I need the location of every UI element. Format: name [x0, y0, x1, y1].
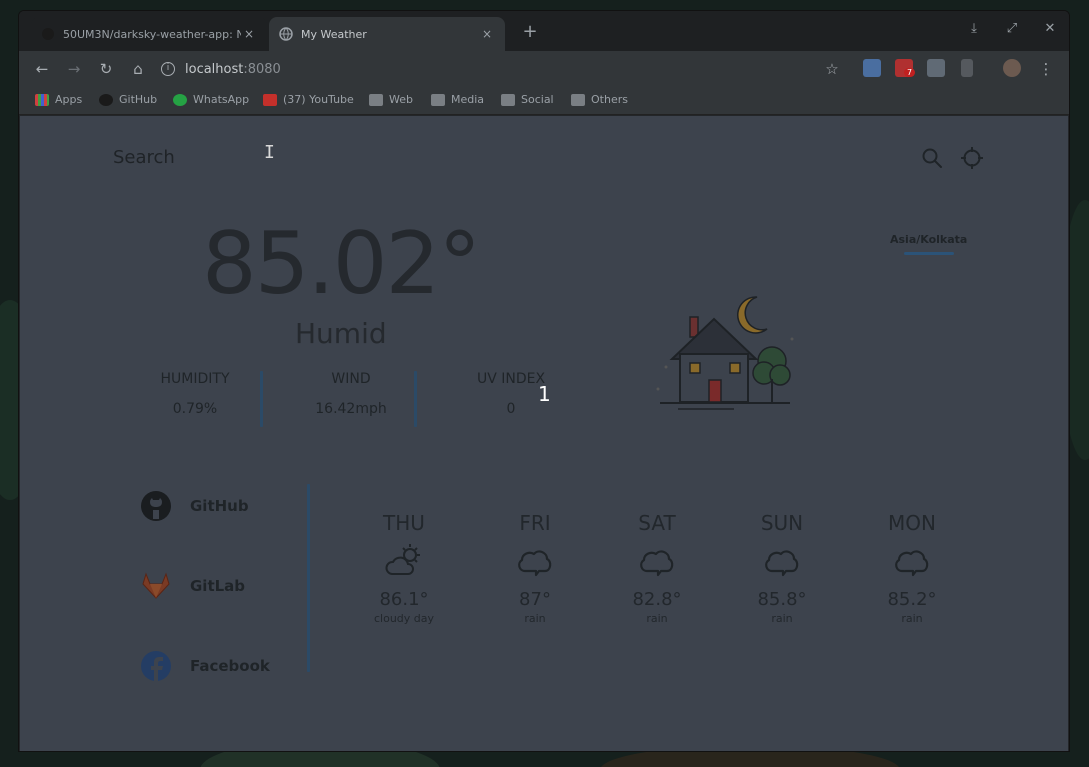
- globe-icon: [279, 27, 293, 41]
- stat-label: HUMIDITY: [160, 371, 230, 387]
- timezone-label: Asia/Kolkata: [890, 233, 968, 246]
- forecast-temp: 82.8°: [632, 589, 682, 610]
- extension-badge: 7: [904, 68, 916, 77]
- forecast-desc: rain: [646, 612, 668, 625]
- uv-badge: 1: [538, 382, 551, 406]
- github-icon: [99, 93, 113, 106]
- tab-title: My Weather: [301, 27, 367, 41]
- forecast-day: FRI 87° rain: [475, 511, 595, 625]
- avatar[interactable]: [1003, 59, 1021, 77]
- forecast-day-name: SAT: [638, 511, 676, 535]
- stat-humidity: HUMIDITY 0.79%: [130, 371, 260, 417]
- whatsapp-icon: [173, 93, 187, 106]
- forecast-temp: 85.2°: [887, 589, 937, 610]
- address-bar[interactable]: i localhost:8080: [161, 56, 851, 82]
- bookmark-youtube[interactable]: (37) YouTube: [263, 93, 354, 106]
- forecast-temp: 86.1°: [379, 589, 429, 610]
- forecast-temp: 85.8°: [757, 589, 807, 610]
- url-host: localhost: [185, 61, 244, 77]
- cloud-icon: [895, 550, 929, 577]
- folder-icon: [431, 93, 445, 106]
- forecast-day: MON 85.2° rain: [852, 511, 972, 625]
- search-input[interactable]: [113, 142, 413, 172]
- menu-icon[interactable]: ⋮: [1035, 58, 1057, 80]
- weather-app: I 85.02° Humid HUMIDITY 0.79% WIND 16.42…: [20, 116, 1068, 751]
- youtube-icon: [263, 93, 277, 106]
- stat-label: UV INDEX: [476, 371, 546, 387]
- weather-summary: Humid: [295, 317, 387, 350]
- forecast-temp: 87°: [519, 589, 551, 610]
- folder-icon: [501, 93, 515, 106]
- cloud-icon: [640, 550, 674, 577]
- forecast-list: THU 86.1° cloudy day FRI 87° rain SAT 82…: [20, 511, 1068, 671]
- folder-icon: [369, 93, 383, 106]
- bookmark-apps[interactable]: Apps: [35, 93, 82, 106]
- forecast-desc: cloudy day: [373, 612, 435, 625]
- bookmark-whatsapp[interactable]: WhatsApp: [173, 93, 249, 106]
- current-temperature: 85.02°: [202, 214, 481, 314]
- locate-icon[interactable]: [960, 146, 984, 170]
- timezone-underline: [904, 252, 954, 255]
- stat-value: 0.79%: [172, 401, 218, 417]
- partly-cloudy-day-icon: [385, 544, 420, 575]
- close-window-icon[interactable]: ✕: [1039, 21, 1061, 41]
- browser-toolbar: ← → ↻ ⌂ i localhost:8080 ☆ 7 ⋮: [19, 51, 1069, 87]
- stat-label: WIND: [331, 371, 371, 387]
- stat-wind: WIND 16.42mph: [286, 371, 416, 417]
- cloud-icon: [765, 550, 799, 577]
- forecast-desc: rain: [901, 612, 923, 625]
- home-icon[interactable]: ⌂: [127, 58, 149, 80]
- stat-value: 16.42mph: [315, 401, 387, 417]
- mail-extension-icon[interactable]: 7: [895, 59, 916, 77]
- forecast-day: THU 86.1° cloudy day: [344, 511, 464, 625]
- maximize-icon[interactable]: ⤢: [1001, 21, 1023, 41]
- forecast-day-name: MON: [888, 511, 936, 535]
- close-tab-icon[interactable]: ×: [479, 27, 495, 41]
- folder-icon: [571, 93, 585, 106]
- minimize-icon[interactable]: ⤓: [963, 21, 985, 41]
- cloud-icon: [518, 550, 552, 577]
- bookmark-folder-media[interactable]: Media: [431, 93, 484, 106]
- reload-icon[interactable]: ↻: [95, 58, 117, 80]
- browser-window: 50UM3N/darksky-weather-app: No × My Weat…: [18, 10, 1070, 752]
- new-tab-button[interactable]: +: [519, 21, 541, 43]
- tab-title: 50UM3N/darksky-weather-app: No: [63, 27, 241, 41]
- bookmarks-bar: Apps GitHub WhatsApp (37) YouTube Web Me…: [19, 87, 1069, 115]
- url-port: :8080: [243, 61, 281, 77]
- extension-icon[interactable]: [863, 59, 881, 77]
- bookmark-folder-social[interactable]: Social: [501, 93, 554, 106]
- tab-github[interactable]: 50UM3N/darksky-weather-app: No ×: [31, 17, 267, 51]
- bookmark-folder-others[interactable]: Others: [571, 93, 628, 106]
- forward-icon[interactable]: →: [63, 58, 85, 80]
- close-tab-icon[interactable]: ×: [241, 27, 257, 41]
- stat-value: 0: [506, 401, 516, 417]
- forecast-desc: rain: [524, 612, 546, 625]
- forecast-day-name: SUN: [760, 511, 804, 535]
- house-night-illustration-icon: [656, 296, 794, 410]
- forecast-day-name: THU: [383, 511, 425, 535]
- extension-icon[interactable]: [927, 59, 945, 77]
- divider: [414, 371, 417, 427]
- forecast-day: SAT 82.8° rain: [597, 511, 717, 625]
- bookmark-star-icon[interactable]: ☆: [821, 58, 843, 80]
- forecast-day: SUN 85.8° rain: [722, 511, 842, 625]
- forecast-desc: rain: [771, 612, 793, 625]
- text-cursor-icon: I: [264, 142, 275, 163]
- weather-stats: HUMIDITY 0.79% WIND 16.42mph UV INDEX 0: [130, 371, 550, 431]
- bookmark-folder-web[interactable]: Web: [369, 93, 413, 106]
- back-icon[interactable]: ←: [31, 58, 53, 80]
- forecast-day-name: FRI: [519, 511, 551, 535]
- apps-grid-icon: [35, 93, 49, 106]
- extension-icon[interactable]: [961, 59, 973, 77]
- info-icon[interactable]: i: [161, 62, 175, 76]
- divider: [260, 371, 263, 427]
- tab-strip: 50UM3N/darksky-weather-app: No × My Weat…: [19, 11, 1069, 51]
- tab-my-weather[interactable]: My Weather ×: [269, 17, 505, 51]
- github-favicon-icon: [42, 28, 54, 40]
- bookmark-github[interactable]: GitHub: [99, 93, 157, 106]
- search-icon[interactable]: [920, 146, 944, 170]
- stat-uv-index: UV INDEX 0: [446, 371, 576, 417]
